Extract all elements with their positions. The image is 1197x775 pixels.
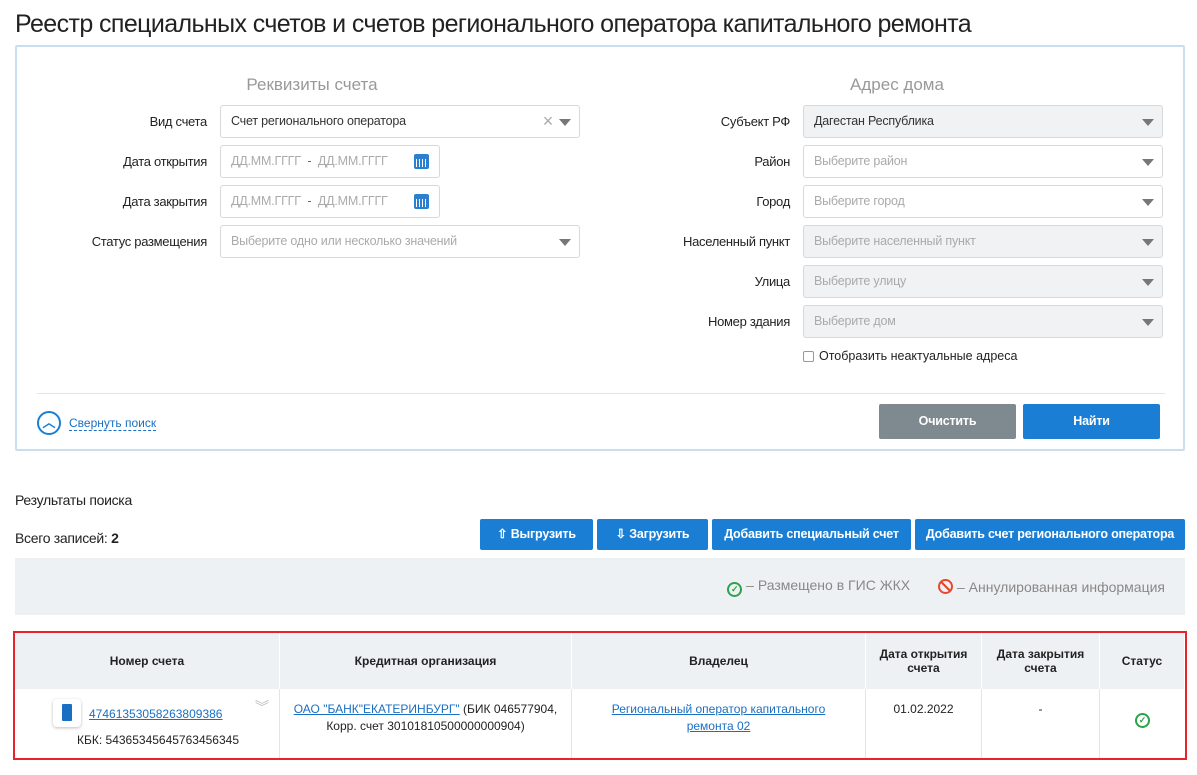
account-details-heading: Реквизиты счета xyxy=(246,75,378,94)
building-label: Номер здания xyxy=(708,314,790,329)
city-label: Город xyxy=(756,194,790,209)
results-heading: Результаты поиска xyxy=(15,492,132,508)
chevron-down-icon xyxy=(1142,279,1154,286)
street-label: Улица xyxy=(754,274,791,289)
expand-icon[interactable]: ︾ xyxy=(255,699,269,716)
chevron-down-icon xyxy=(1142,319,1154,326)
total-count: 2 xyxy=(111,530,119,546)
subject-value: Дагестан Республика xyxy=(814,114,934,128)
status-label: Статус размещения xyxy=(91,234,208,249)
open-date-cell: 01.02.2022 xyxy=(866,689,982,758)
import-label: Загрузить xyxy=(629,527,690,541)
add-special-account-button[interactable]: Добавить специальный счет xyxy=(712,519,911,550)
subject-label: Субъект РФ xyxy=(720,114,791,129)
close-date-to[interactable]: ДД.ММ.ГГГГ xyxy=(318,194,388,208)
chevron-up-icon: ︿ xyxy=(37,411,61,435)
range-separator: - xyxy=(307,194,312,208)
export-button[interactable]: ⇧ Выгрузить xyxy=(480,519,593,550)
status-placeholder: Выберите одно или несколько значений xyxy=(231,234,457,248)
add-regional-account-button[interactable]: Добавить счет регионального оператора xyxy=(915,519,1185,550)
calendar-icon[interactable] xyxy=(414,154,429,169)
search-panel: Реквизиты счета Адрес дома Вид счета Сче… xyxy=(15,45,1185,451)
bank-cell: ОАО "БАНК"ЕКАТЕРИНБУРГ" (БИК 046577904, … xyxy=(280,689,572,758)
legend-annulled-label: – Аннулированная информация xyxy=(957,578,1165,595)
close-date-from[interactable]: ДД.ММ.ГГГГ xyxy=(231,194,301,208)
status-cell: ✓ xyxy=(1100,689,1185,758)
show-inactive-option[interactable]: Отобразить неактуальные адреса xyxy=(803,349,1017,363)
account-cell: 47461353058263809386 ︾ КБК: 543653456457… xyxy=(15,689,280,758)
legend-annulled: – Аннулированная информация xyxy=(938,578,1165,595)
account-number-link[interactable]: 47461353058263809386 xyxy=(89,706,222,723)
status-select[interactable]: Выберите одно или несколько значений xyxy=(220,225,580,258)
range-separator: - xyxy=(307,154,312,168)
chevron-down-icon xyxy=(1142,239,1154,246)
district-select[interactable]: Выберите район xyxy=(803,145,1163,178)
building-placeholder: Выберите дом xyxy=(814,314,896,328)
account-type-value: Счет регионального оператора xyxy=(231,114,406,128)
street-placeholder: Выберите улицу xyxy=(814,274,907,288)
col-open-date: Дата открытия счета xyxy=(866,633,982,689)
col-account-number: Номер счета xyxy=(15,633,280,689)
check-circle-icon: ✓ xyxy=(1135,713,1150,728)
close-date-label: Дата закрытия xyxy=(122,194,208,209)
building-icon xyxy=(53,699,81,727)
find-button[interactable]: Найти xyxy=(1023,404,1160,439)
owner-link[interactable]: Региональный оператор капитального ремон… xyxy=(612,702,826,733)
col-close-date: Дата закрытия счета xyxy=(982,633,1100,689)
divider xyxy=(37,393,1165,394)
chevron-down-icon xyxy=(1142,199,1154,206)
chevron-down-icon xyxy=(1142,159,1154,166)
owner-cell: Региональный оператор капитального ремон… xyxy=(572,689,866,758)
col-owner: Владелец xyxy=(572,633,866,689)
building-select[interactable]: Выберите дом xyxy=(803,305,1163,338)
district-label: Район xyxy=(754,154,790,169)
close-date-range[interactable]: ДД.ММ.ГГГГ - ДД.ММ.ГГГГ xyxy=(220,185,440,218)
subject-select[interactable]: Дагестан Республика xyxy=(803,105,1163,138)
close-date-cell: - xyxy=(982,689,1100,758)
open-date-from[interactable]: ДД.ММ.ГГГГ xyxy=(231,154,301,168)
clear-icon[interactable]: × xyxy=(543,106,554,137)
legend: ✓ – Размещено в ГИС ЖКХ – Аннулированная… xyxy=(15,558,1185,615)
district-placeholder: Выберите район xyxy=(814,154,908,168)
open-date-range[interactable]: ДД.ММ.ГГГГ - ДД.ММ.ГГГГ xyxy=(220,145,440,178)
city-placeholder: Выберите город xyxy=(814,194,905,208)
results-table: Номер счета Кредитная организация Владел… xyxy=(13,631,1187,760)
account-type-select[interactable]: Счет регионального оператора × xyxy=(220,105,580,138)
street-select[interactable]: Выберите улицу xyxy=(803,265,1163,298)
chevron-down-icon xyxy=(1142,119,1154,126)
import-button[interactable]: ⇩ Загрузить xyxy=(597,519,708,550)
col-status: Статус xyxy=(1100,633,1185,689)
show-inactive-checkbox[interactable] xyxy=(803,350,814,362)
bank-link[interactable]: ОАО "БАНК"ЕКАТЕРИНБУРГ" xyxy=(294,702,460,716)
city-select[interactable]: Выберите город xyxy=(803,185,1163,218)
show-inactive-label: Отобразить неактуальные адреса xyxy=(819,349,1018,363)
total-records: Всего записей: 2 xyxy=(15,530,119,546)
legend-posted: ✓ – Размещено в ГИС ЖКХ xyxy=(727,577,910,597)
page-title: Реестр специальных счетов и счетов регио… xyxy=(15,10,972,38)
address-heading: Адрес дома xyxy=(850,75,944,94)
check-circle-icon: ✓ xyxy=(727,581,743,597)
clear-button[interactable]: Очистить xyxy=(879,404,1016,439)
export-label: Выгрузить xyxy=(510,527,576,541)
collapse-search[interactable]: ︿ Свернуть поиск xyxy=(37,411,157,435)
calendar-icon[interactable] xyxy=(414,194,429,209)
legend-posted-label: – Размещено в ГИС ЖКХ xyxy=(746,576,911,593)
account-type-label: Вид счета xyxy=(149,114,208,129)
settlement-label: Населенный пункт xyxy=(682,234,790,249)
kbk: КБК: 54365345645763456345 xyxy=(77,733,239,747)
total-label: Всего записей: xyxy=(15,530,108,546)
chevron-down-icon xyxy=(559,119,571,126)
settlement-select[interactable]: Выберите населенный пункт xyxy=(803,225,1163,258)
collapse-search-link[interactable]: Свернуть поиск xyxy=(69,416,157,431)
open-date-label: Дата открытия xyxy=(123,154,207,169)
col-bank: Кредитная организация xyxy=(280,633,572,689)
open-date-to[interactable]: ДД.ММ.ГГГГ xyxy=(318,154,388,168)
prohibited-icon xyxy=(938,578,954,594)
upload-icon: ⇧ xyxy=(497,527,508,541)
settlement-placeholder: Выберите населенный пункт xyxy=(814,234,976,248)
download-icon: ⇩ xyxy=(615,527,626,541)
chevron-down-icon xyxy=(559,239,571,246)
